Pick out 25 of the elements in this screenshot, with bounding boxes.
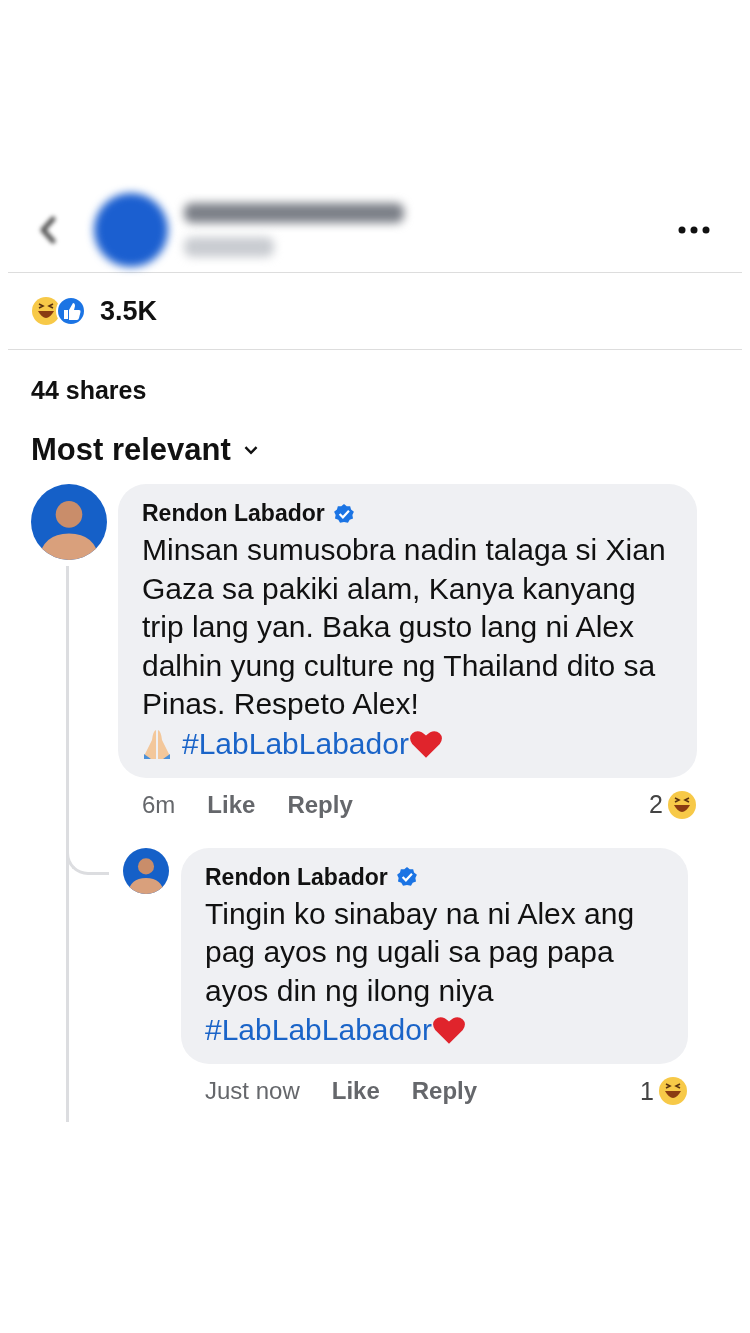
chevron-down-icon[interactable]	[242, 445, 259, 455]
like-button[interactable]: Like	[207, 790, 256, 819]
reaction-count[interactable]: 3.5K	[100, 295, 158, 327]
hashtag-link[interactable]: #LabLabLabador	[182, 726, 409, 761]
shares-count[interactable]: 44 shares	[0, 350, 750, 408]
sort-label[interactable]: Most relevant	[31, 432, 231, 468]
laughing-emoji-icon	[658, 1076, 688, 1106]
comment-reaction-count[interactable]: 2	[649, 790, 663, 819]
laughing-emoji-icon	[667, 789, 697, 820]
avatar[interactable]	[123, 847, 169, 894]
author-name[interactable]: Rendon Labador	[205, 863, 388, 891]
comment-text: Minsan sumusobra nadin talaga si Xian Gaza sa pakiki alam, Kanya kanyang trip lang yan. Baka gusto lang ni Alex dalhin yung culture ng Thailand dito sa Pinas. Respeto Alex!	[142, 532, 667, 722]
back-icon[interactable]	[38, 215, 58, 245]
comment-time: 6m	[142, 790, 176, 819]
heart-icon	[431, 1014, 466, 1046]
page-avatar[interactable]	[94, 193, 168, 267]
more-options-icon[interactable]	[678, 226, 710, 234]
reply-button[interactable]: Reply	[411, 1077, 478, 1105]
reply-button[interactable]: Reply	[287, 790, 353, 819]
author-name[interactable]: Rendon Labador	[142, 500, 325, 527]
comment-text: Tingin ko sinabay na ni Alex ang pag ayos ng ugali sa pag papa ayos din ng ilong niya	[205, 895, 636, 1009]
comment-time: Just now	[205, 1077, 300, 1105]
comment-reaction-count[interactable]: 1	[640, 1076, 654, 1106]
like-button[interactable]: Like	[331, 1077, 380, 1105]
hashtag-link[interactable]: #LabLabLabador	[205, 1013, 432, 1047]
